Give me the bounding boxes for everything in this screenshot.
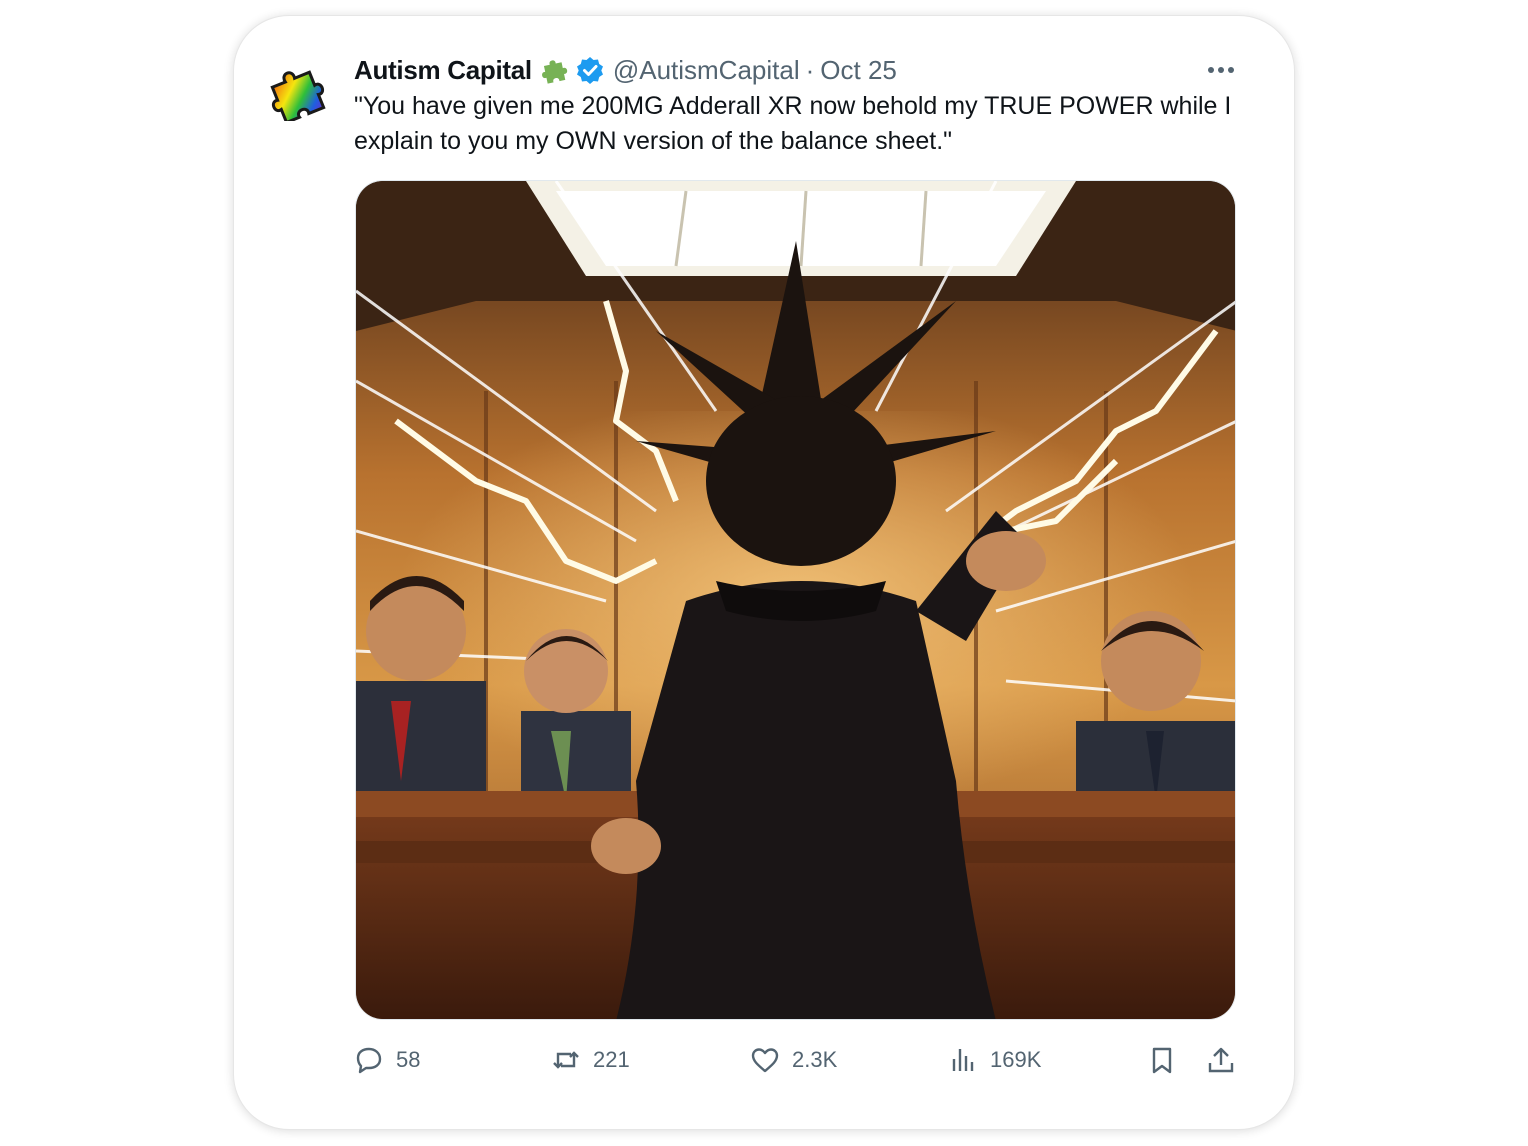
author-handle[interactable]: @AutismCapital bbox=[613, 55, 800, 86]
avatar[interactable] bbox=[265, 57, 335, 121]
separator-dot: · bbox=[805, 54, 815, 85]
puzzle-piece-icon bbox=[541, 60, 567, 84]
courtroom-illustration bbox=[356, 181, 1235, 1019]
views-button[interactable]: 169K bbox=[948, 1038, 1041, 1082]
tweet-header: Autism Capital @AutismCapital · Oct 25 bbox=[354, 50, 897, 90]
repost-count: 221 bbox=[593, 1047, 630, 1072]
views-bar-chart-icon bbox=[952, 1049, 974, 1071]
reply-count: 58 bbox=[396, 1047, 421, 1072]
repost-button[interactable]: 221 bbox=[551, 1038, 630, 1082]
like-button[interactable]: 2.3K bbox=[750, 1038, 837, 1082]
more-options-icon[interactable] bbox=[1203, 57, 1239, 83]
repost-icon bbox=[553, 1051, 579, 1069]
reply-button[interactable]: 58 bbox=[354, 1038, 420, 1082]
share-button[interactable] bbox=[1206, 1038, 1236, 1082]
bookmark-button[interactable] bbox=[1147, 1038, 1177, 1082]
reply-icon bbox=[356, 1047, 382, 1074]
tweet-text: "You have given me 200MG Adderall XR now… bbox=[354, 92, 1232, 155]
like-count: 2.3K bbox=[792, 1047, 838, 1072]
bookmark-icon bbox=[1152, 1047, 1172, 1074]
views-count: 169K bbox=[990, 1047, 1042, 1072]
tweet-date[interactable]: Oct 25 bbox=[820, 55, 897, 86]
tweet-image[interactable] bbox=[355, 180, 1236, 1020]
heart-icon bbox=[751, 1048, 779, 1073]
author-name[interactable]: Autism Capital bbox=[354, 55, 532, 86]
verified-badge-icon bbox=[576, 57, 603, 84]
share-icon bbox=[1208, 1047, 1234, 1073]
